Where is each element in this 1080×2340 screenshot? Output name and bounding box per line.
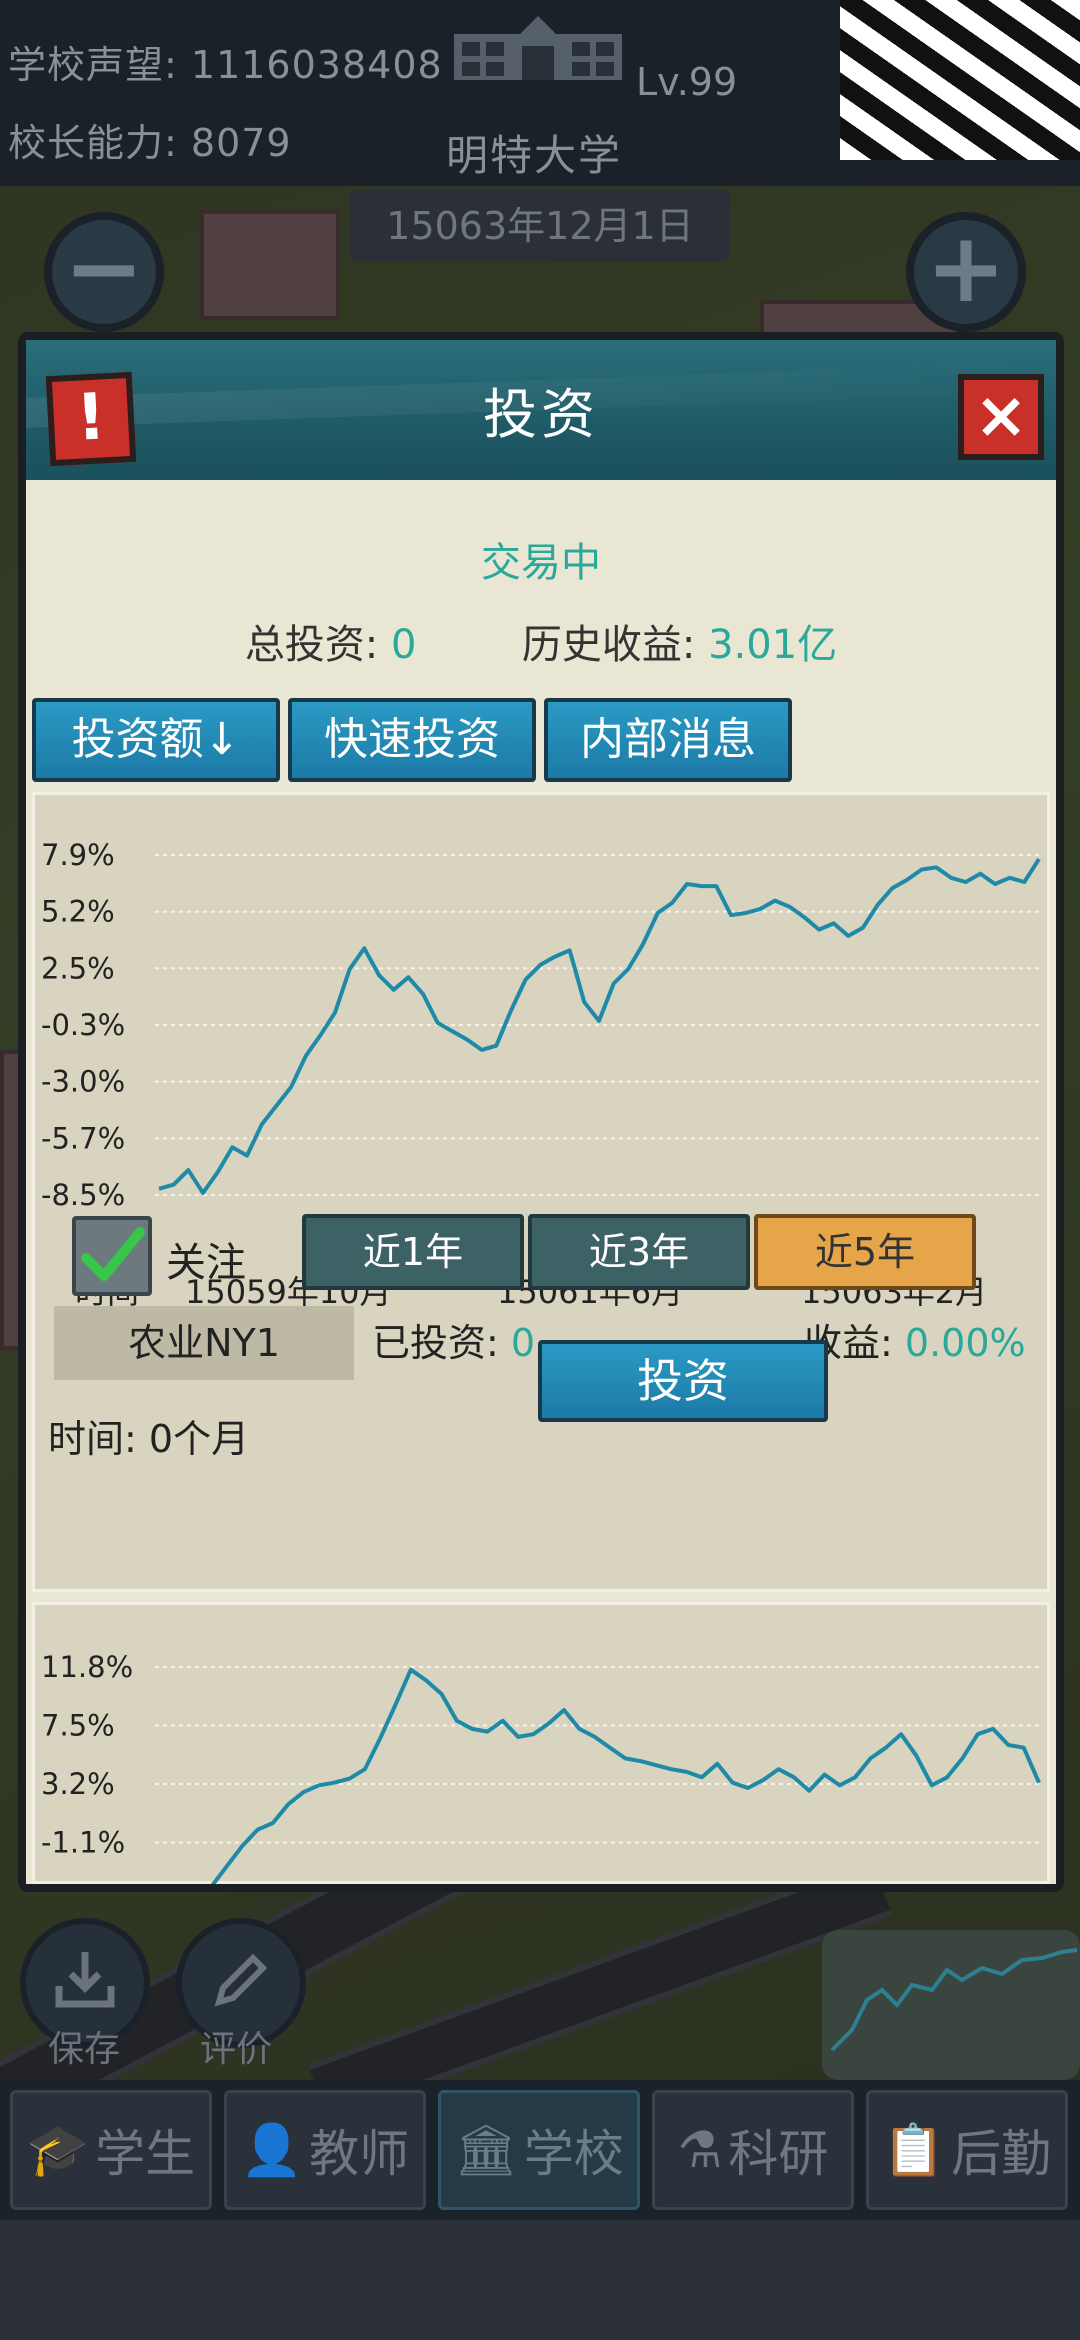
follow-label: 关注 xyxy=(166,1240,246,1286)
y-tick-label: 5.2% xyxy=(41,895,115,929)
school-building-icon xyxy=(454,16,622,80)
profit-rate: 收益: 0.00% xyxy=(804,1312,1026,1367)
zoom-in-button[interactable]: + xyxy=(906,212,1026,332)
duration-label: 时间: xyxy=(48,1417,137,1461)
duration-value: 0个月 xyxy=(148,1417,250,1461)
header-divider xyxy=(26,480,1056,498)
nav-teachers-label: 教师 xyxy=(309,2125,410,2183)
asset-card-2: 11.8%7.5%3.2%-1.1%-5.6% xyxy=(32,1602,1050,1884)
reputation-value: 1116038408 xyxy=(190,43,443,87)
y-tick-label: -0.3% xyxy=(41,1008,125,1042)
nav-logistics-label: 后勤 xyxy=(951,2125,1052,2183)
alert-button[interactable]: ! xyxy=(45,371,137,467)
nav-logistics[interactable]: 📋 后勤 xyxy=(866,2090,1068,2210)
reputation-label: 学校声望: xyxy=(8,43,178,87)
y-tick-label: 7.9% xyxy=(41,838,115,872)
price-chart: 7.9% 5.2% 2.5% -0.3% -3.0% -5.7% -8.5% xyxy=(41,838,1041,1212)
bottom-navigation: 🎓 学生 👤 教师 🏛 学校 ⚗ 科研 📋 后勤 xyxy=(0,2080,1080,2220)
y-tick-label: 3.2% xyxy=(41,1767,115,1801)
building xyxy=(200,210,340,320)
investment-summary: 总投资: 0 历史收益: 3.01亿 xyxy=(26,612,1056,670)
clipboard-icon: 📋 xyxy=(882,2120,946,2179)
redacted-area xyxy=(840,0,1080,160)
total-invest-label: 总投资: xyxy=(244,622,379,668)
ability-value: 8079 xyxy=(190,121,292,165)
y-tick-label: 2.5% xyxy=(41,951,115,985)
hold-duration: 时间: 0个月 xyxy=(48,1408,249,1463)
nav-students[interactable]: 🎓 学生 xyxy=(10,2090,212,2210)
asset-card: 7.9%5.2%2.5%-0.3%-3.0%-5.7%-8.5% 时间 1505… xyxy=(32,792,1050,1592)
download-icon xyxy=(55,1952,115,2008)
y-tick-label: -5.7% xyxy=(41,1121,125,1155)
mini-stock-chart[interactable] xyxy=(822,1930,1080,2080)
nav-research[interactable]: ⚗ 科研 xyxy=(652,2090,854,2210)
range-3-year-button[interactable]: 近3年 xyxy=(528,1214,750,1290)
invested-label: 已投资: xyxy=(372,1321,499,1365)
save-label: 保存 xyxy=(48,2029,121,2070)
game-date: 15063年12月1日 xyxy=(350,190,730,262)
history-profit-value: 3.01亿 xyxy=(708,622,838,668)
invest-dialog-body: 投资 ! × 交易中 总投资: 0 历史收益: 3.01亿 投资额↓ 快速投资 … xyxy=(26,340,1056,1884)
top-status-bar: 学校声望: 1116038408 校长能力: 8079 Lv.99 明特大学 xyxy=(0,0,1080,186)
zoom-out-button[interactable]: − xyxy=(44,212,164,332)
student-icon: 🎓 xyxy=(26,2120,90,2179)
school-name: 明特大学 xyxy=(446,131,623,180)
school-icon: 🏛 xyxy=(454,2120,518,2179)
dialog-header: 投资 ! × xyxy=(26,340,1056,486)
system-bar xyxy=(0,2220,1080,2340)
trade-status: 交易中 xyxy=(481,540,601,586)
follow-checkbox[interactable] xyxy=(72,1216,152,1296)
invest-dialog: 投资 ! × 交易中 总投资: 0 历史收益: 3.01亿 投资额↓ 快速投资 … xyxy=(18,332,1064,1892)
review-label: 评价 xyxy=(200,2029,273,2070)
principal-ability: 校长能力: 8079 xyxy=(8,112,292,167)
tab-invest-amount-sort[interactable]: 投资额↓ xyxy=(32,698,280,782)
mini-chart-line xyxy=(830,1948,1078,2052)
nav-students-label: 学生 xyxy=(95,2125,196,2183)
profit-value: 0.00% xyxy=(904,1321,1026,1365)
checkmark-icon xyxy=(81,1227,145,1281)
close-button[interactable]: × xyxy=(958,374,1044,460)
y-tick-label: -3.0% xyxy=(41,1065,125,1099)
total-invest-value: 0 xyxy=(391,622,417,668)
y-tick-label: 11.8% xyxy=(41,1650,133,1684)
pencil-icon xyxy=(214,1953,268,2007)
invest-button[interactable]: 投资 xyxy=(538,1340,828,1422)
price-chart-2: 11.8%7.5%3.2%-1.1%-5.6% xyxy=(41,1650,1041,1884)
history-profit-label: 历史收益: xyxy=(521,622,696,668)
range-1-year-button[interactable]: 近1年 xyxy=(302,1214,524,1290)
dialog-title: 投资 xyxy=(483,383,599,446)
school-level: Lv.99 xyxy=(636,60,738,104)
invested-value: 0 xyxy=(510,1321,536,1365)
school-reputation: 学校声望: 1116038408 xyxy=(8,34,443,89)
teacher-icon: 👤 xyxy=(240,2120,304,2179)
range-5-year-button[interactable]: 近5年 xyxy=(754,1214,976,1290)
y-tick-label: -8.5% xyxy=(41,1178,125,1212)
ability-label: 校长能力: xyxy=(8,121,178,165)
y-tick-label: 7.5% xyxy=(41,1709,115,1743)
nav-research-label: 科研 xyxy=(728,2125,829,2183)
y-tick-label: -1.1% xyxy=(41,1826,125,1860)
series-line xyxy=(210,1667,1041,1884)
nav-teachers[interactable]: 👤 教师 xyxy=(224,2090,426,2210)
invested-amount: 已投资: 0 xyxy=(372,1312,535,1367)
nav-school[interactable]: 🏛 学校 xyxy=(438,2090,640,2210)
nav-school-label: 学校 xyxy=(523,2125,624,2183)
asset-name: 农业NY1 xyxy=(54,1306,354,1380)
tab-insider-news[interactable]: 内部消息 xyxy=(544,698,792,782)
tab-quick-invest[interactable]: 快速投资 xyxy=(288,698,536,782)
flask-icon: ⚗ xyxy=(677,2121,723,2179)
road xyxy=(307,1859,893,2080)
